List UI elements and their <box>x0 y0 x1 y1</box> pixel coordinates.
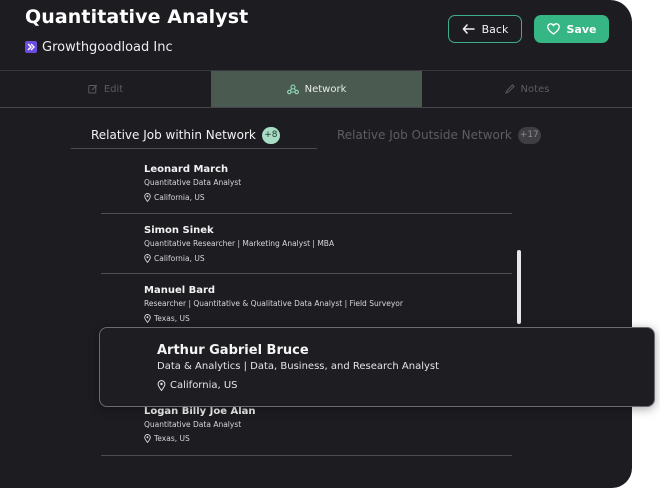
location-pin-icon <box>144 254 151 263</box>
tab-edit-label: Edit <box>103 83 124 95</box>
save-button-label: Save <box>566 22 597 36</box>
highlighted-person-location: California, US <box>157 380 238 391</box>
list-item[interactable]: Leonard March Quantitative Data Analyst … <box>101 160 512 214</box>
person-location: Texas, US <box>144 434 190 443</box>
person-location: California, US <box>144 254 205 263</box>
highlighted-person-location-text: California, US <box>170 380 238 391</box>
person-location: California, US <box>144 193 205 202</box>
highlighted-person-role: Data & Analytics | Data, Business, and R… <box>157 361 440 372</box>
tab-notes[interactable]: Notes <box>422 71 632 107</box>
subtab-outside-network[interactable]: Relative Job Outside Network +17 <box>337 126 541 144</box>
location-pin-icon <box>144 193 151 202</box>
company-logo-icon <box>25 41 37 53</box>
active-subtab-underline <box>71 148 317 149</box>
person-name: Manuel Bard <box>144 285 216 296</box>
person-name: Logan Billy Joe Alan <box>144 406 256 417</box>
tab-notes-label: Notes <box>520 83 550 95</box>
location-pin-icon <box>157 380 166 391</box>
company-link[interactable]: Growthgoodload Inc <box>25 38 173 56</box>
person-location-text: California, US <box>154 254 205 263</box>
edit-icon <box>88 84 98 94</box>
person-location-text: Texas, US <box>154 314 190 323</box>
subtab-within-network[interactable]: Relative Job within Network +8 <box>91 126 280 144</box>
list-item[interactable]: Manuel Bard Researcher | Quantitative & … <box>101 281 512 333</box>
location-pin-icon <box>144 434 151 443</box>
page-title: Quantitative Analyst <box>25 6 249 28</box>
person-role: Quantitative Researcher | Marketing Anal… <box>144 239 335 248</box>
within-count-badge: +8 <box>261 126 280 144</box>
tab-edit[interactable]: Edit <box>0 71 211 107</box>
person-location-text: California, US <box>154 193 205 202</box>
person-location-text: Texas, US <box>154 434 190 443</box>
company-name: Growthgoodload Inc <box>42 39 173 55</box>
heart-icon <box>546 23 560 35</box>
list-item[interactable]: Simon Sinek Quantitative Researcher | Ma… <box>101 221 512 274</box>
tab-network-label: Network <box>304 83 347 95</box>
tab-network[interactable]: Network <box>211 71 422 107</box>
outside-count-badge: +17 <box>517 126 541 144</box>
subtab-within-label: Relative Job within Network <box>91 128 256 142</box>
highlighted-person-card[interactable]: Arthur Gabriel Bruce Data & Analytics | … <box>99 327 655 407</box>
person-name: Leonard March <box>144 164 229 175</box>
location-pin-icon <box>144 314 151 323</box>
list-item[interactable]: Logan Billy Joe Alan Quantitative Data A… <box>101 401 512 456</box>
person-role: Researcher | Quantitative & Qualitative … <box>144 299 403 308</box>
person-name: Simon Sinek <box>144 225 214 236</box>
scrollbar-thumb[interactable] <box>517 250 521 324</box>
job-detail-panel: Quantitative Analyst Growthgoodload Inc … <box>0 0 632 488</box>
arrow-left-icon <box>462 24 475 34</box>
person-role: Quantitative Data Analyst <box>144 178 242 187</box>
back-button[interactable]: Back <box>448 15 522 43</box>
tab-bar: Edit Network Notes <box>0 70 632 108</box>
highlighted-person-name: Arthur Gabriel Bruce <box>157 343 309 358</box>
network-icon <box>286 83 299 94</box>
save-button[interactable]: Save <box>534 15 609 43</box>
person-location: Texas, US <box>144 314 190 323</box>
notes-icon <box>504 84 515 94</box>
subtab-outside-label: Relative Job Outside Network <box>337 128 512 142</box>
person-role: Quantitative Data Analyst <box>144 420 242 429</box>
back-button-label: Back <box>481 22 509 36</box>
